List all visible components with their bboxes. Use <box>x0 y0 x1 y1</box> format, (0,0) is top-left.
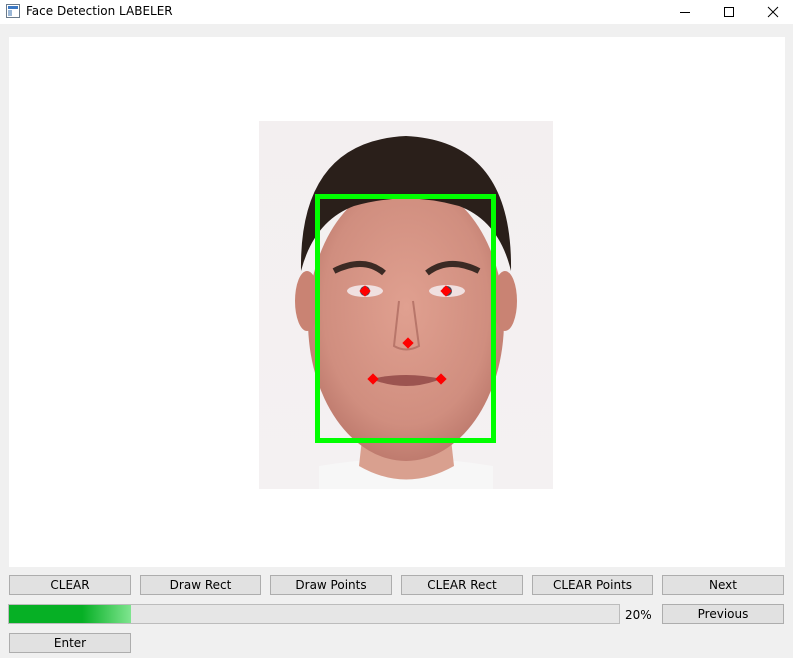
clear-rect-button[interactable]: CLEAR Rect <box>401 575 523 595</box>
draw-points-button[interactable]: Draw Points <box>270 575 392 595</box>
face <box>308 181 504 461</box>
window-app-icon <box>6 4 20 18</box>
clear-button[interactable]: CLEAR <box>9 575 131 595</box>
progress-fill <box>9 605 131 623</box>
next-button[interactable]: Next <box>662 575 784 595</box>
progress-bar <box>8 604 620 624</box>
clear-points-button[interactable]: CLEAR Points <box>532 575 653 595</box>
progress-percentage: 20% <box>625 608 652 622</box>
maximize-icon <box>723 7 734 17</box>
title-bar: Face Detection LABELER <box>0 0 793 24</box>
maximize-button[interactable] <box>706 0 751 24</box>
enter-button[interactable]: Enter <box>9 633 131 653</box>
minimize-icon <box>679 12 690 13</box>
previous-button[interactable]: Previous <box>662 604 784 624</box>
close-button[interactable] <box>750 0 793 24</box>
draw-rect-button[interactable]: Draw Rect <box>140 575 261 595</box>
right-ear <box>493 271 517 331</box>
window-title: Face Detection LABELER <box>26 4 173 18</box>
close-icon <box>767 6 778 18</box>
face-photo <box>259 121 553 489</box>
minimize-button[interactable] <box>662 0 707 24</box>
image-canvas[interactable] <box>9 37 785 567</box>
